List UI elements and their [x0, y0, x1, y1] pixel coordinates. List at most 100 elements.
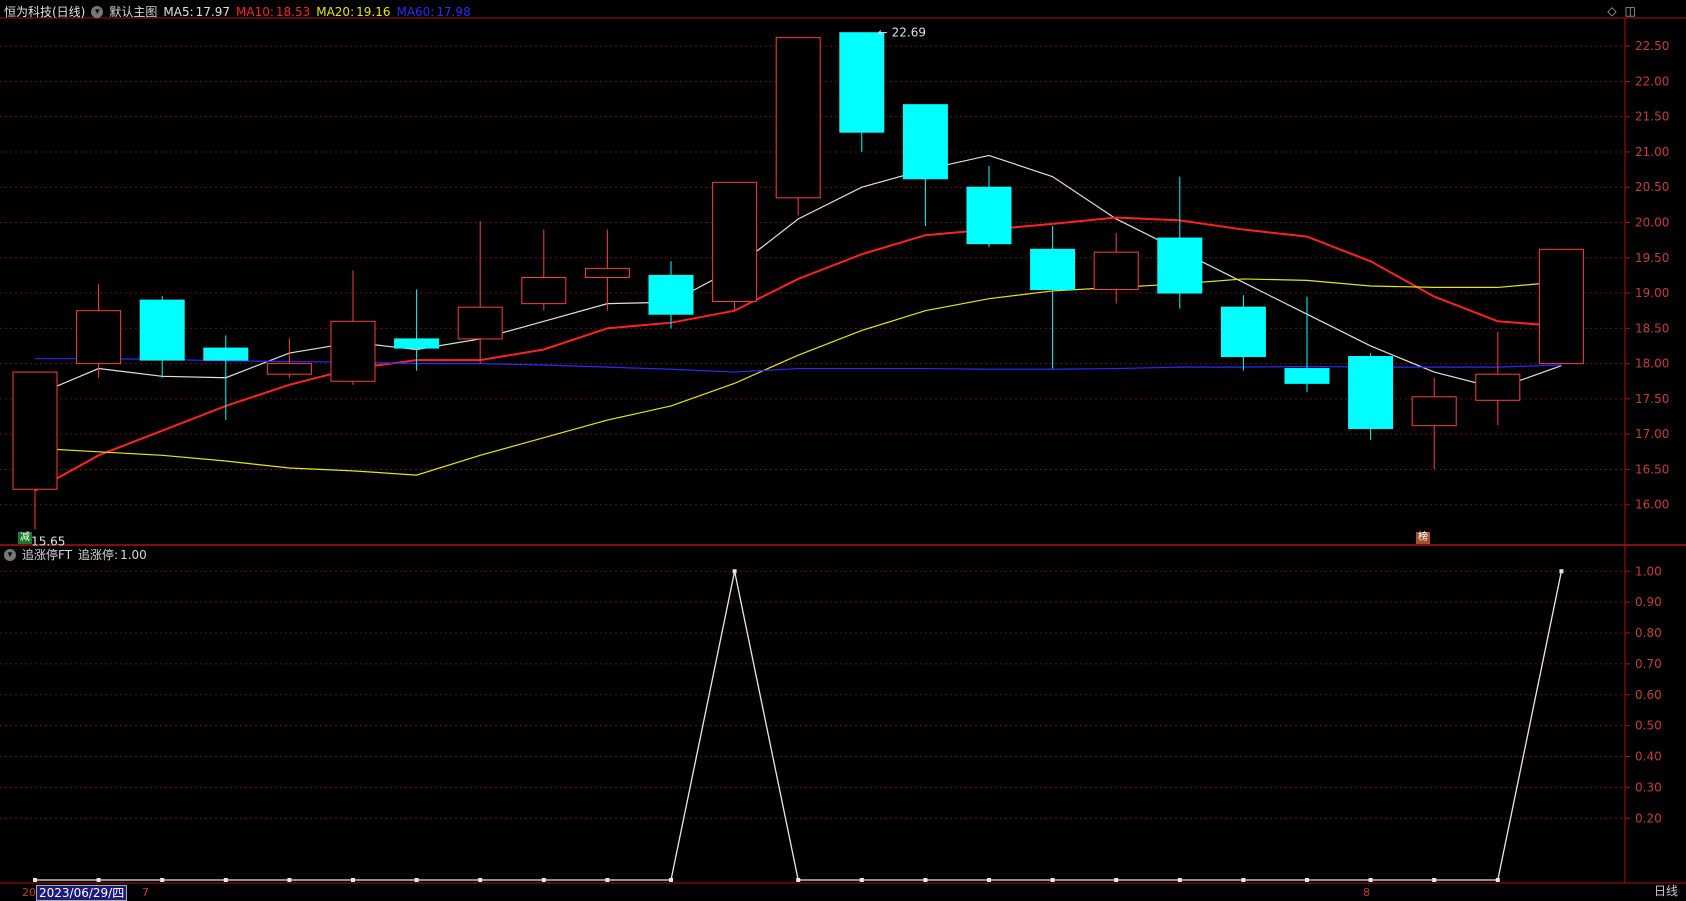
y-tick-label: 0.70 — [1635, 657, 1662, 671]
candle-body — [584, 267, 630, 279]
candle-body — [521, 277, 567, 305]
template-dropdown-icon[interactable]: ▾ — [91, 6, 104, 18]
indicator-point — [1495, 878, 1500, 882]
indicator-point — [1432, 878, 1437, 882]
chart-toolbar: ◇ ◫ — [1607, 4, 1636, 18]
candle-body — [648, 274, 694, 315]
indicator-legend: 追涨停: 1.00 — [78, 548, 147, 562]
ma10-legend: MA10: 18.53 — [236, 5, 311, 19]
indicator-point — [1368, 878, 1373, 882]
y-tick-label: 16.50 — [1635, 462, 1669, 476]
panel-frame — [0, 17, 1686, 884]
indicator-point — [1114, 878, 1119, 882]
candle-body — [966, 186, 1012, 245]
ma20-line — [34, 278, 1562, 476]
y-tick-label: 19.50 — [1635, 251, 1669, 265]
indicator-point — [1305, 878, 1309, 882]
y-tick-label: 0.20 — [1635, 811, 1662, 825]
candle-body — [394, 338, 440, 349]
y-tick-label: 20.00 — [1635, 216, 1669, 230]
stock-title[interactable]: 恒为科技(日线) — [4, 4, 85, 20]
candle-body — [203, 347, 249, 361]
ma5-legend: MA5: 17.97 — [163, 5, 230, 19]
candle-body — [1475, 373, 1521, 401]
y-tick-label: 16.00 — [1635, 498, 1669, 512]
indicator-point — [223, 878, 228, 882]
candle-body — [902, 104, 948, 180]
candle-body — [1348, 356, 1394, 430]
indicator-point — [1177, 878, 1182, 882]
indicator-point — [669, 878, 673, 882]
right-signal-tag: 榜 — [1416, 532, 1430, 544]
y-tick-label: 17.50 — [1635, 392, 1669, 406]
candle-body — [1157, 237, 1203, 294]
y-tick-label: 21.00 — [1635, 145, 1669, 159]
indicator-point — [859, 878, 864, 882]
candles — [12, 32, 1584, 530]
indicator-point — [541, 878, 546, 882]
indicator-point — [160, 878, 165, 882]
x-label-right: 8 — [1363, 886, 1370, 899]
y-tick-label: 0.60 — [1635, 688, 1662, 702]
y-tick-label: 17.00 — [1635, 427, 1669, 441]
candle-body — [139, 299, 185, 361]
indicator-point — [414, 878, 419, 882]
indicator-point — [1559, 569, 1564, 574]
indicator-point — [287, 878, 292, 882]
high-price-label: ← 22.69 — [878, 26, 926, 40]
y-tick-label: 22.50 — [1635, 39, 1669, 53]
template-label[interactable]: 默认主图 — [109, 4, 157, 20]
indicator-point — [796, 878, 801, 882]
indicator-point — [96, 878, 101, 882]
indicator-name[interactable]: 追涨停FT — [22, 547, 72, 563]
indicator-point — [605, 878, 610, 882]
indicator-point — [1241, 878, 1246, 882]
y-tick-label: 1.00 — [1635, 564, 1662, 578]
candle-body — [1538, 248, 1584, 365]
y-tick-label: 18.00 — [1635, 357, 1669, 371]
left-signal-tag: 减 — [18, 532, 32, 544]
indicator-line — [33, 569, 1564, 882]
candle-body — [839, 32, 885, 133]
y-tick-label: 18.50 — [1635, 321, 1669, 335]
y-tick-label: 22.00 — [1635, 74, 1669, 88]
ma60-legend: MA60: 17.98 — [396, 5, 471, 19]
candle-body — [1220, 306, 1266, 358]
candle-body — [266, 363, 312, 375]
indicator-header: ▾ 追涨停FT 追涨停: 1.00 — [0, 547, 147, 563]
y-axis: 22.50 22.00 21.50 21.00 20.50 20.00 19.50 19.00… — [1625, 39, 1669, 825]
indicator-point — [987, 878, 991, 882]
period-label[interactable]: 日线 — [1654, 882, 1678, 899]
y-tick-label: 21.50 — [1635, 110, 1669, 124]
candle-body — [1284, 368, 1330, 384]
y-tick-label: 0.50 — [1635, 719, 1662, 733]
ma60-line — [35, 358, 1562, 373]
indicator-point — [351, 878, 355, 882]
indicator-point — [923, 878, 928, 882]
candle-body — [712, 181, 758, 303]
y-tick-label: 0.90 — [1635, 595, 1662, 609]
indicator-point — [478, 878, 483, 882]
window-toggle-icon[interactable]: ◫ — [1625, 4, 1636, 18]
y-tick-label: 0.40 — [1635, 750, 1662, 764]
y-tick-label: 20.50 — [1635, 180, 1669, 194]
ma20-legend: MA20: 19.16 — [316, 5, 391, 19]
candle-body — [1411, 396, 1457, 427]
candle-body — [775, 37, 821, 199]
indicator-series-line — [35, 571, 1563, 881]
diamond-icon[interactable]: ◇ — [1607, 4, 1616, 18]
candle-body — [12, 371, 58, 490]
candle-body — [1093, 251, 1139, 291]
x-label-mid: 7 — [142, 886, 149, 899]
indicator-point — [732, 569, 737, 574]
main-chart-header: 恒为科技(日线) ▾ 默认主图 MA5: 17.97 MA10: 18.53 MA2… — [0, 4, 471, 20]
collapse-circle-icon[interactable]: ▾ — [4, 549, 16, 561]
ma10-line — [34, 216, 1562, 492]
candle-body — [1030, 248, 1076, 291]
y-tick-label: 0.30 — [1635, 780, 1662, 794]
candle-body — [457, 306, 503, 340]
y-tick-label: 0.80 — [1635, 626, 1662, 640]
y-tick-label: 19.00 — [1635, 286, 1669, 300]
indicator-point — [33, 878, 37, 882]
x-label-left: 20 — [22, 886, 36, 899]
